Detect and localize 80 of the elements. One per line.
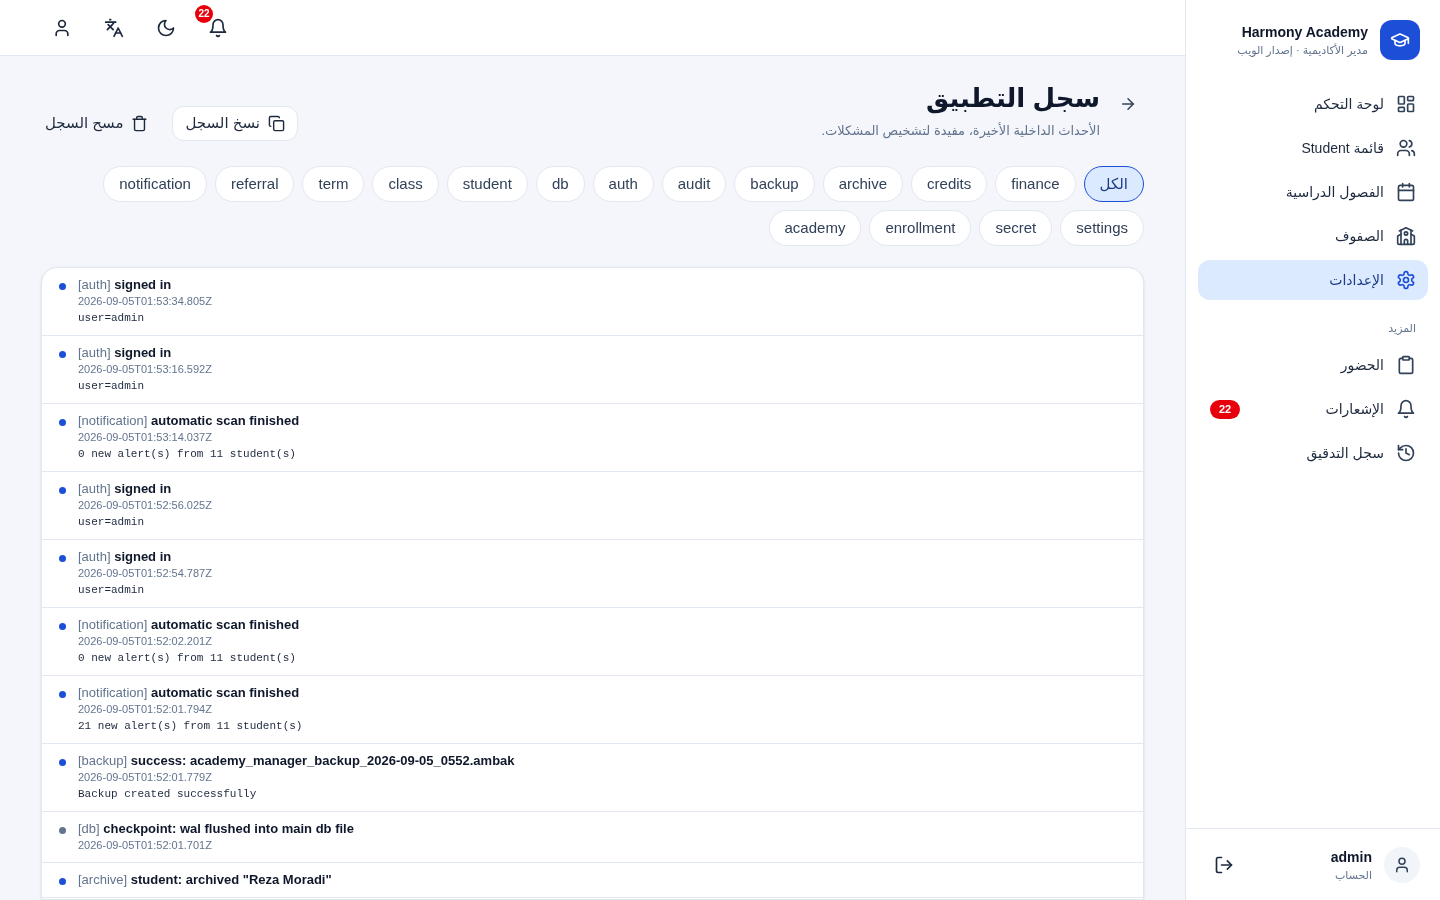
brand-name: Harmony Academy [1240,23,1368,42]
page-subtitle: الأحداث الداخلية الأخيرة، مفيدة لتشخيص المشكلات. [821,121,1100,141]
filter-chip[interactable]: db [535,166,585,202]
filter-chip[interactable]: secret [979,210,1053,246]
log-timestamp: 2026-09-05T01:52:01.779Z [78,770,212,785]
brand-subtitle: مدير الأكاديمية · إصدار الويب [1237,42,1368,58]
filter-chip[interactable]: referral [214,166,295,202]
log-title: [auth] signed in [78,345,172,361]
log-title: [notification] automatic scan finished [78,685,300,701]
nav-item[interactable]: سجل التدقيق [1198,433,1428,473]
bell-icon[interactable] [208,17,228,38]
section-label: المزيد [1388,321,1416,336]
copy-log-button[interactable]: نسخ السجل [172,106,298,141]
log-title: [auth] signed in [78,481,172,497]
filter-chip[interactable]: student [446,166,528,202]
log-detail: user=admin [78,515,144,530]
log-title: [notification] automatic scan finished [78,617,300,633]
avatar-icon [1384,846,1420,883]
users-icon [1396,138,1416,158]
translate-icon[interactable] [104,17,124,38]
filter-chip[interactable]: term [302,166,365,202]
log-detail: user=admin [78,379,144,394]
graduation-cap-icon [1380,20,1420,60]
page-title: سجل التطبيق [925,82,1100,116]
count-badge: 22 [1210,399,1241,419]
log-timestamp: 2026-09-05T01:52:01.701Z [78,838,212,853]
filter-chip[interactable]: الكل [1083,166,1144,202]
log-detail: user=admin [78,583,144,598]
nav-item[interactable]: الإعدادات [1198,260,1428,300]
arrow-icon[interactable] [1119,95,1137,113]
log-title: [notification] automatic scan finished [78,413,300,429]
log-detail: user=admin [78,311,144,326]
notification-badge: 22 [195,4,213,23]
log-title: [archive] student: archived "Reza Moradi" [78,872,332,888]
log-title: [auth] signed in [78,549,172,565]
building-icon [1396,226,1416,246]
moon-icon[interactable] [156,17,176,38]
log-timestamp: 2026-09-05T01:52:54.787Z [78,566,212,581]
calendar-icon [1396,182,1416,202]
log-timestamp: 2026-09-05T01:52:02.201Z [78,634,212,649]
nav-item[interactable]: قائمة Student [1198,128,1428,168]
filter-chip[interactable]: finance [995,166,1076,202]
user-icon[interactable] [52,17,72,38]
filter-chip[interactable]: audit [661,166,727,202]
log-detail: 21 new alert(s) from 11 student(s) [78,719,303,734]
nav-item[interactable]: الحضور [1198,345,1428,385]
filter-chip[interactable]: enrollment [869,210,972,246]
logout-icon[interactable] [1214,854,1234,875]
log-timestamp: 2026-09-05T01:53:14.037Z [78,430,212,445]
log-timestamp: 2026-09-05T01:53:16.592Z [78,362,212,377]
bell-icon [1396,399,1416,419]
log-title: [db] checkpoint: wal flushed into main db file [78,821,354,837]
dashboard-icon [1396,94,1416,114]
log-title: [backup] success: academy_manager_backup_2026-09-05_0552.ambak [78,753,515,769]
history-icon [1396,443,1416,463]
log-detail: 0 new alert(s) from 11 student(s) [78,447,296,462]
filter-chip[interactable]: academy [768,210,862,246]
nav-item[interactable]: الفصول الدراسية [1198,172,1428,212]
filter-chip[interactable]: archive [822,166,904,202]
nav-item[interactable]: لوحة التحكم [1198,84,1428,124]
filter-chip[interactable]: notification [103,166,207,202]
account-role: الحساب [1333,867,1372,883]
log-detail: Backup created successfully [78,787,257,802]
nav-item[interactable]: الصفوف [1198,216,1428,256]
filter-chip[interactable]: class [372,166,439,202]
clipboard-icon [1396,355,1416,375]
filter-chip[interactable]: auth [592,166,654,202]
account-name: admin [1330,847,1372,867]
filter-chip[interactable]: backup [734,166,815,202]
copy-icon [268,115,285,132]
trash-icon [131,115,149,132]
clear-log-button[interactable]: مسح السجل [41,106,153,141]
log-detail: 0 new alert(s) from 11 student(s) [78,651,296,666]
filter-chip[interactable]: credits [911,166,988,202]
log-timestamp: 2026-09-05T01:52:01.794Z [78,702,212,717]
settings-icon [1396,270,1416,290]
log-timestamp: 2026-09-05T01:52:56.025Z [78,498,212,513]
log-timestamp: 2026-09-05T01:53:34.805Z [78,294,212,309]
filter-chip[interactable]: settings [1060,210,1144,246]
log-title: [auth] signed in [78,277,172,293]
